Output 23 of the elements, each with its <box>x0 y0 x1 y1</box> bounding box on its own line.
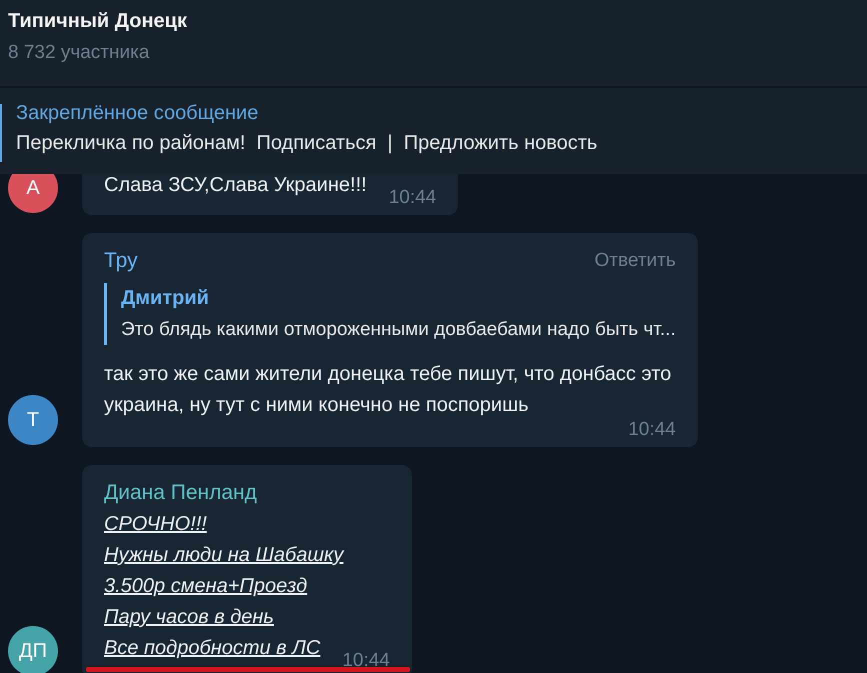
avatar[interactable]: А <box>8 174 58 213</box>
quoted-text: Это блядь какими отмороженными довбаебами надо быть чт... <box>121 318 676 342</box>
pinned-message[interactable]: Перекличка по районам! Подписаться | Предложить новость <box>16 128 598 158</box>
message-text: 3.500р смена+Проезд <box>104 574 308 599</box>
chat-title: Типичный Донецк <box>8 9 187 34</box>
message-time: 10:44 <box>388 187 436 209</box>
quoted-sender: Дмитрий <box>121 286 209 311</box>
message-text: Все подробности в ЛС <box>104 636 320 661</box>
message-time: 10:44 <box>628 419 676 441</box>
avatar[interactable]: Т <box>8 395 58 445</box>
pin-accent-bar <box>0 104 2 162</box>
reply-link[interactable]: Ответить <box>594 245 676 277</box>
quoted-reply[interactable]: Дмитрий Это блядь какими отмороженными довбаебами надо быть чт... <box>104 283 676 345</box>
sender-name[interactable]: Тру <box>104 245 138 277</box>
member-count: 8 732 участника <box>8 41 150 65</box>
message-time: 10:44 <box>342 650 390 672</box>
message-text: так это же сами жители донецка тебе пишут, что донбасс это украина, ну тут с ними конечно не поспоришь <box>104 362 672 418</box>
message-text: СРОЧНО!!! <box>104 512 207 537</box>
sender-name[interactable]: Диана Пенланд <box>104 477 257 509</box>
message-text: Слава ЗСУ,Слава Украине!!! <box>104 174 367 198</box>
pinned-title: Закреплённое сообщение <box>16 101 258 126</box>
message-text: Нужны люди на Шабашку <box>104 543 344 568</box>
message-text: Пару часов в день <box>104 605 274 630</box>
